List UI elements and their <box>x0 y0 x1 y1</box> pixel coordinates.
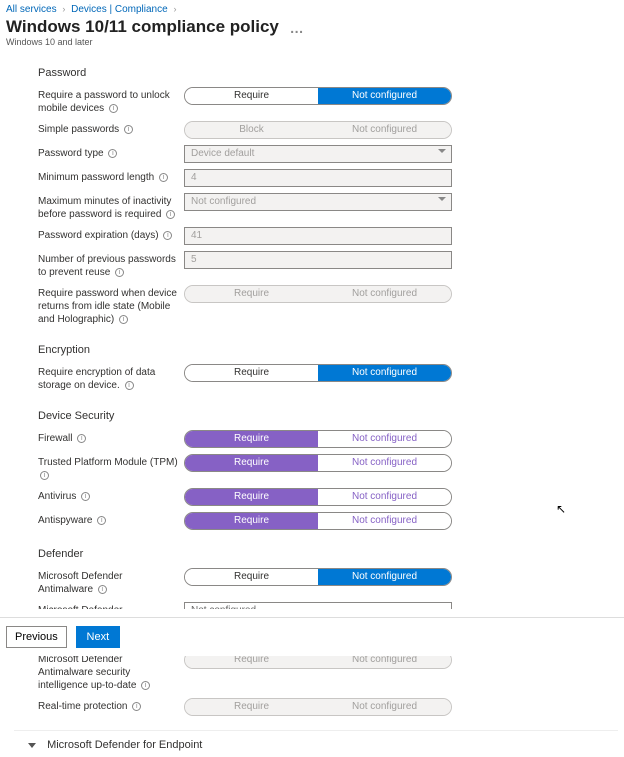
label-require-password: Require a password to unlock mobile devi… <box>38 87 184 115</box>
label-defender-intelligence: Microsoft Defender Antimalware security … <box>38 651 184 692</box>
label-firewall: Firewall i <box>38 430 184 445</box>
toggle-defender-antimalware[interactable]: Require Not configured <box>184 568 452 586</box>
label-simple-passwords: Simple passwords i <box>38 121 184 136</box>
page-title: Windows 10/11 compliance policy … <box>0 17 624 37</box>
opt-require[interactable]: Require <box>185 88 318 104</box>
info-icon[interactable]: i <box>77 434 86 443</box>
info-icon[interactable]: i <box>124 125 133 134</box>
opt-require[interactable]: Require <box>185 455 318 471</box>
info-icon[interactable]: i <box>166 210 175 219</box>
chevron-down-icon <box>438 197 446 201</box>
label-previous-passwords: Number of previous passwords to prevent … <box>38 251 184 279</box>
info-icon[interactable]: i <box>115 268 124 277</box>
label-antispyware: Antispyware i <box>38 512 184 527</box>
toggle-idle-return: Require Not configured <box>184 285 452 303</box>
opt-not-configured[interactable]: Not configured <box>318 88 451 104</box>
opt-not-configured: Not configured <box>318 286 451 302</box>
label-realtime-protection: Real-time protection i <box>38 698 184 713</box>
toggle-require-password[interactable]: Require Not configured <box>184 87 452 105</box>
breadcrumb-all-services[interactable]: All services <box>6 4 57 15</box>
label-require-encryption: Require encryption of data storage on de… <box>38 364 184 392</box>
chevron-down-icon <box>28 743 36 748</box>
info-icon[interactable]: i <box>141 681 150 690</box>
select-max-inactivity: Not configured <box>184 193 452 211</box>
section-password: Password <box>38 67 618 79</box>
opt-require[interactable]: Require <box>185 431 318 447</box>
opt-not-configured[interactable]: Not configured <box>318 455 451 471</box>
opt-not-configured[interactable]: Not configured <box>318 513 451 529</box>
page-subtitle: Windows 10 and later <box>0 37 624 51</box>
input-previous-passwords: 5 <box>184 251 452 269</box>
info-icon[interactable]: i <box>132 702 141 711</box>
section-defender: Defender <box>38 548 618 560</box>
label-password-expiration: Password expiration (days) i <box>38 227 184 242</box>
breadcrumb-devices-compliance[interactable]: Devices | Compliance <box>71 4 168 15</box>
info-icon[interactable]: i <box>159 173 168 182</box>
toggle-require-encryption[interactable]: Require Not configured <box>184 364 452 382</box>
section-encryption: Encryption <box>38 344 618 356</box>
expander-label: Microsoft Defender for Endpoint <box>47 739 202 751</box>
section-device-security: Device Security <box>38 410 618 422</box>
opt-not-configured[interactable]: Not configured <box>318 365 451 381</box>
toggle-antispyware[interactable]: Require Not configured <box>184 512 452 530</box>
opt-not-configured[interactable]: Not configured <box>318 489 451 505</box>
opt-not-configured: Not configured <box>318 699 451 715</box>
toggle-firewall[interactable]: Require Not configured <box>184 430 452 448</box>
expander-defender-endpoint[interactable]: Microsoft Defender for Endpoint <box>14 730 618 757</box>
opt-require: Require <box>185 699 318 715</box>
opt-not-configured[interactable]: Not configured <box>318 431 451 447</box>
info-icon[interactable]: i <box>109 104 118 113</box>
input-password-expiration: 41 <box>184 227 452 245</box>
next-button[interactable]: Next <box>76 626 120 648</box>
label-min-length: Minimum password length i <box>38 169 184 184</box>
opt-block: Block <box>185 122 318 138</box>
opt-not-configured[interactable]: Not configured <box>318 569 451 585</box>
chevron-right-icon: › <box>173 4 176 14</box>
label-max-inactivity: Maximum minutes of inactivity before pas… <box>38 193 184 221</box>
info-icon[interactable]: i <box>125 381 134 390</box>
info-icon[interactable]: i <box>108 149 117 158</box>
info-icon[interactable]: i <box>81 492 90 501</box>
label-idle-return: Require password when device returns fro… <box>38 285 184 326</box>
chevron-down-icon <box>438 149 446 153</box>
breadcrumb: All services › Devices | Compliance › <box>0 0 624 17</box>
info-icon[interactable]: i <box>98 585 107 594</box>
page-title-text: Windows 10/11 compliance policy <box>6 17 279 36</box>
opt-require[interactable]: Require <box>185 569 318 585</box>
label-tpm: Trusted Platform Module (TPM) i <box>38 454 184 482</box>
input-min-length: 4 <box>184 169 452 187</box>
toggle-simple-passwords: Block Not configured <box>184 121 452 139</box>
toggle-realtime-protection: Require Not configured <box>184 698 452 716</box>
opt-require: Require <box>185 286 318 302</box>
footer: Previous Next <box>0 609 624 656</box>
opt-require[interactable]: Require <box>185 365 318 381</box>
info-icon[interactable]: i <box>163 231 172 240</box>
info-icon[interactable]: i <box>119 315 128 324</box>
toggle-tpm[interactable]: Require Not configured <box>184 454 452 472</box>
info-icon[interactable]: i <box>97 516 106 525</box>
label-defender-antimalware: Microsoft Defender Antimalware i <box>38 568 184 596</box>
previous-button[interactable]: Previous <box>6 626 67 648</box>
label-antivirus: Antivirus i <box>38 488 184 503</box>
toggle-antivirus[interactable]: Require Not configured <box>184 488 452 506</box>
opt-not-configured: Not configured <box>318 122 451 138</box>
label-password-type: Password type i <box>38 145 184 160</box>
chevron-right-icon: › <box>62 4 65 14</box>
select-password-type: Device default <box>184 145 452 163</box>
info-icon[interactable]: i <box>40 471 49 480</box>
opt-require[interactable]: Require <box>185 513 318 529</box>
more-actions-icon[interactable]: … <box>290 20 304 36</box>
opt-require[interactable]: Require <box>185 489 318 505</box>
